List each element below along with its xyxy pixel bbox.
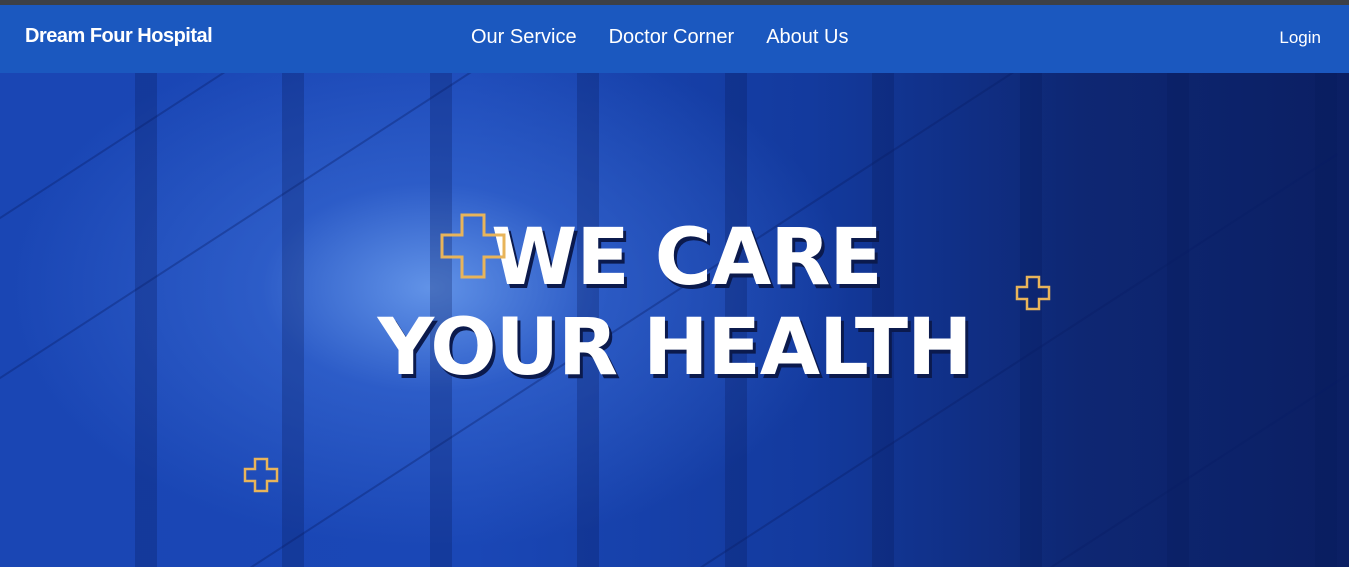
hero-banner: WE CARE YOUR HEALTH [0, 73, 1349, 567]
login-link[interactable]: Login [1279, 28, 1321, 48]
medical-cross-icon [440, 213, 506, 279]
brand-logo-text[interactable]: Dream Four Hospital [25, 25, 213, 48]
hero-title-line-1: WE CARE [491, 213, 882, 303]
nav-link-doctor-corner[interactable]: Doctor Corner [609, 26, 735, 49]
nav-link-about-us[interactable]: About Us [766, 26, 848, 49]
navbar: Dream Four Hospital Our Service Doctor C… [0, 5, 1349, 73]
medical-cross-icon [1015, 275, 1051, 311]
nav-links: Our Service Doctor Corner About Us [471, 26, 848, 49]
medical-cross-icon [243, 457, 279, 493]
nav-link-our-service[interactable]: Our Service [471, 26, 577, 49]
hero-title-line-2: YOUR HEALTH [377, 303, 973, 393]
